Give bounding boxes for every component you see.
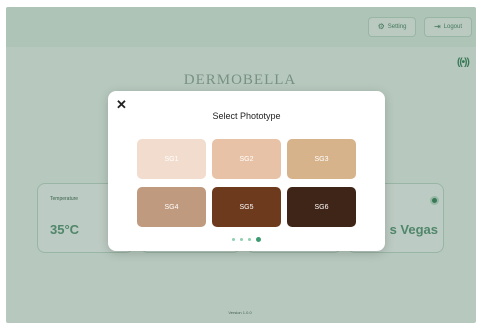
- pagination-dot[interactable]: [256, 237, 261, 242]
- phototype-tile-sg1[interactable]: SG1: [137, 139, 206, 179]
- phototype-tile-sg4[interactable]: SG4: [137, 187, 206, 227]
- phototype-tile-sg2[interactable]: SG2: [212, 139, 281, 179]
- phototype-tile-sg5[interactable]: SG5: [212, 187, 281, 227]
- pagination-dot[interactable]: [232, 238, 235, 241]
- close-icon[interactable]: ✕: [116, 98, 127, 111]
- phototype-modal: ✕ Select Phototype SG1 SG2 SG3 SG4 SG5 S…: [108, 91, 385, 251]
- phototype-grid: SG1 SG2 SG3 SG4 SG5 SG6: [137, 139, 356, 227]
- pagination-dot[interactable]: [248, 238, 251, 241]
- pagination-dot[interactable]: [240, 238, 243, 241]
- pagination-dots: [108, 237, 385, 242]
- phototype-tile-sg6[interactable]: SG6: [287, 187, 356, 227]
- modal-title: Select Phototype: [212, 111, 281, 121]
- phototype-tile-sg3[interactable]: SG3: [287, 139, 356, 179]
